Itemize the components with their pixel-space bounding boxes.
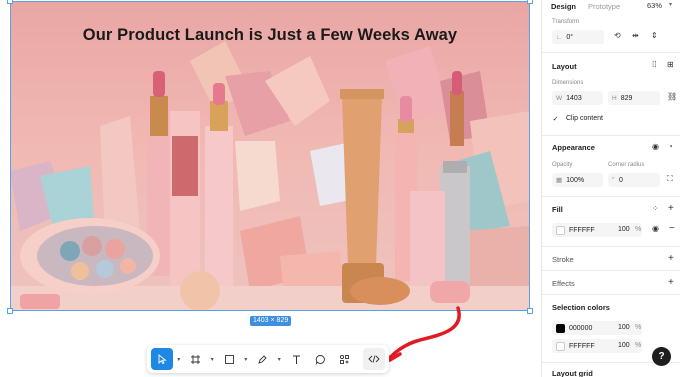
selection-swatch-white[interactable] (556, 341, 565, 351)
opacity-icon: ▦ (556, 177, 563, 184)
chevron-down-icon[interactable]: ▾ (175, 356, 183, 363)
tab-design[interactable]: Design (551, 2, 576, 11)
resize-handle-top-left[interactable] (7, 0, 13, 4)
corner-radius-field[interactable]: ⌜ 0 (608, 173, 660, 187)
height-value: 829 (620, 94, 633, 102)
fill-hex: FFFFFF (569, 226, 595, 234)
selection-color-percent: % (635, 342, 642, 349)
corner-radius-icon: ⌜ (612, 177, 616, 184)
zoom-level[interactable]: 63% (647, 1, 662, 10)
frame-tool-button[interactable] (185, 348, 207, 370)
dimensions-label: Dimensions (552, 80, 584, 86)
dev-mode-button[interactable] (363, 348, 385, 370)
cosmetics-product-image (10, 41, 530, 311)
divider (542, 135, 680, 136)
corner-radius-label: Corner radius (608, 162, 645, 168)
fill-title: Fill (552, 205, 563, 214)
divider (542, 246, 680, 247)
resize-handle-bottom-right[interactable] (527, 308, 533, 314)
corner-radius-value: 0 (619, 176, 623, 184)
width-field[interactable]: W 1403 (552, 91, 603, 105)
frame-headline: Our Product Launch is Just a Few Weeks A… (82, 26, 458, 44)
flip-horizontal-icon[interactable]: ⇹ (632, 32, 639, 40)
grid-layout-icon[interactable]: ⊞ (667, 61, 674, 69)
checkmark-icon[interactable]: ✓ (552, 115, 559, 123)
tab-prototype[interactable]: Prototype (588, 2, 620, 11)
resize-handle-top-right[interactable] (527, 0, 533, 4)
width-value: 1403 (566, 94, 582, 102)
selection-color-hex: FFFFFF (569, 342, 595, 350)
stroke-title: Stroke (552, 255, 574, 264)
opacity-field[interactable]: ▦ 100% (552, 173, 603, 187)
divider (542, 52, 680, 53)
comment-icon (315, 354, 325, 365)
pen-tool-button[interactable] (252, 348, 274, 370)
eye-icon[interactable]: ◉ (652, 225, 659, 233)
opacity-value: 100% (566, 176, 585, 184)
resize-handle-bottom-left[interactable] (7, 308, 13, 314)
add-effect-icon[interactable]: + (668, 278, 674, 288)
flip-vertical-icon[interactable]: ⇕ (651, 32, 658, 40)
constrain-proportions-icon[interactable]: ⛓ (667, 93, 677, 101)
components-icon (339, 354, 349, 364)
move-tool-button[interactable] (151, 348, 173, 370)
styles-icon[interactable]: ⁘ (652, 205, 659, 213)
remove-fill-icon[interactable]: − (669, 224, 675, 234)
design-canvas[interactable]: Our Product Launch is Just a Few Weeks A… (0, 0, 541, 377)
opacity-label: Opacity (552, 162, 573, 168)
rotation-value: 0° (566, 33, 574, 41)
help-button[interactable]: ? (652, 347, 671, 366)
fill-opacity[interactable]: 100 (618, 226, 630, 233)
bottom-toolbar: ▾ ▾ ▾ ▾ (147, 345, 389, 373)
chevron-down-icon[interactable]: ▾ (209, 356, 217, 363)
shape-tool-button[interactable] (218, 348, 240, 370)
height-prefix: H (612, 94, 617, 102)
components-tool-button[interactable] (333, 348, 355, 370)
fill-percent: % (635, 226, 642, 233)
selection-color-hex: 000000 (569, 324, 593, 332)
text-tool-button[interactable] (285, 348, 307, 370)
code-icon (368, 355, 380, 363)
add-fill-icon[interactable]: + (668, 204, 674, 214)
chevron-down-icon[interactable]: ▾ (276, 356, 284, 363)
selection-color-percent: % (635, 324, 642, 331)
appearance-title: Appearance (552, 143, 595, 152)
height-field[interactable]: H 829 (608, 91, 660, 105)
pen-icon (258, 354, 267, 364)
text-icon (292, 355, 300, 364)
clip-content-label[interactable]: Clip content (566, 115, 603, 122)
layout-title: Layout (552, 62, 577, 71)
cursor-icon (158, 354, 167, 364)
rotation-field[interactable]: ∟ 0° (552, 30, 604, 44)
dimensions-badge: 1403 × 829 (250, 316, 292, 326)
divider (542, 294, 680, 295)
rectangle-icon (224, 354, 234, 364)
chevron-down-icon[interactable]: ▾ (242, 356, 250, 363)
comment-tool-button[interactable] (309, 348, 331, 370)
rotation-icon: ∟ (556, 33, 563, 41)
layout-grid-title: Layout grid (552, 369, 593, 377)
divider (542, 270, 680, 271)
transform-label: Transform (552, 19, 580, 25)
chevron-down-icon[interactable]: ▾ (669, 1, 672, 8)
divider (542, 196, 680, 197)
add-stroke-icon[interactable]: + (668, 254, 674, 264)
selection-colors-title: Selection colors (552, 303, 610, 312)
blend-mode-icon[interactable]: ◔ (668, 143, 673, 151)
product-launch-frame[interactable]: Our Product Launch is Just a Few Weeks A… (10, 1, 530, 311)
eye-icon[interactable]: ◉ (652, 143, 659, 151)
frame-icon (191, 354, 200, 364)
selection-swatch-black[interactable] (556, 323, 565, 333)
fill-swatch[interactable] (556, 225, 565, 235)
properties-panel: Design Prototype 63% ▾ Transform ∟ 0° ⟲ … (541, 0, 680, 377)
effects-title: Effects (552, 279, 575, 288)
selection-color-opacity[interactable]: 100 (618, 342, 630, 349)
selection-color-opacity[interactable]: 100 (618, 324, 630, 331)
auto-layout-icon[interactable]: ⁞⁞ (652, 61, 656, 69)
independent-corners-icon[interactable]: ⛶ (667, 175, 673, 183)
rotate-icon[interactable]: ⟲ (614, 32, 621, 40)
width-prefix: W (556, 94, 563, 102)
